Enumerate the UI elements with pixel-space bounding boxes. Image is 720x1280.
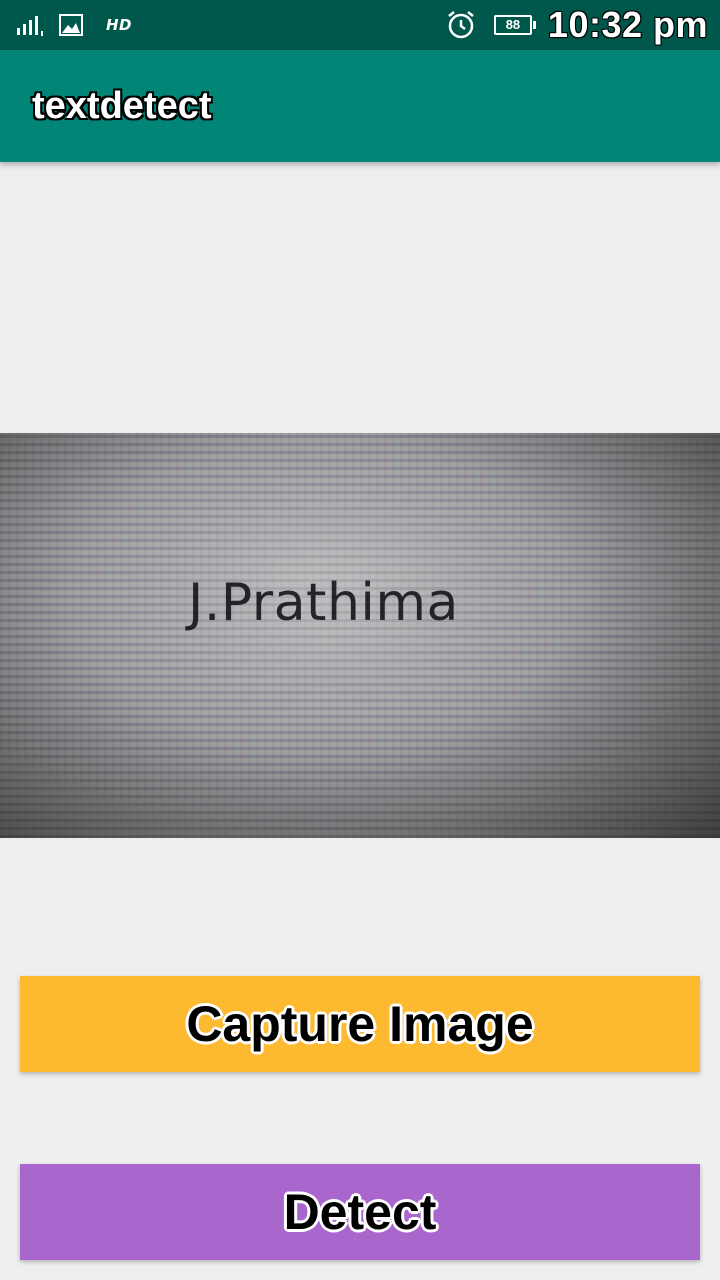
clock: 10:32 pm [547,4,708,45]
gallery-icon [58,13,84,37]
captured-image-preview: J.Prathima [0,433,720,838]
status-bar: HD 88 10:32 pm [0,0,720,50]
detect-button[interactable]: Detect [20,1164,700,1260]
captured-text: J.Prathima [188,573,459,633]
status-bar-right: 88 10:32 pm [446,0,708,50]
hd-label: HD [106,16,133,34]
app-bar: textdetect [0,50,720,162]
battery-level: 88 [505,17,521,32]
capture-image-button[interactable]: Capture Image [20,976,700,1072]
status-bar-left: HD [16,0,132,50]
app-title: textdetect [32,85,212,127]
alarm-icon [446,10,476,40]
battery-icon: 88 [493,15,536,35]
signal-icon [16,13,48,37]
